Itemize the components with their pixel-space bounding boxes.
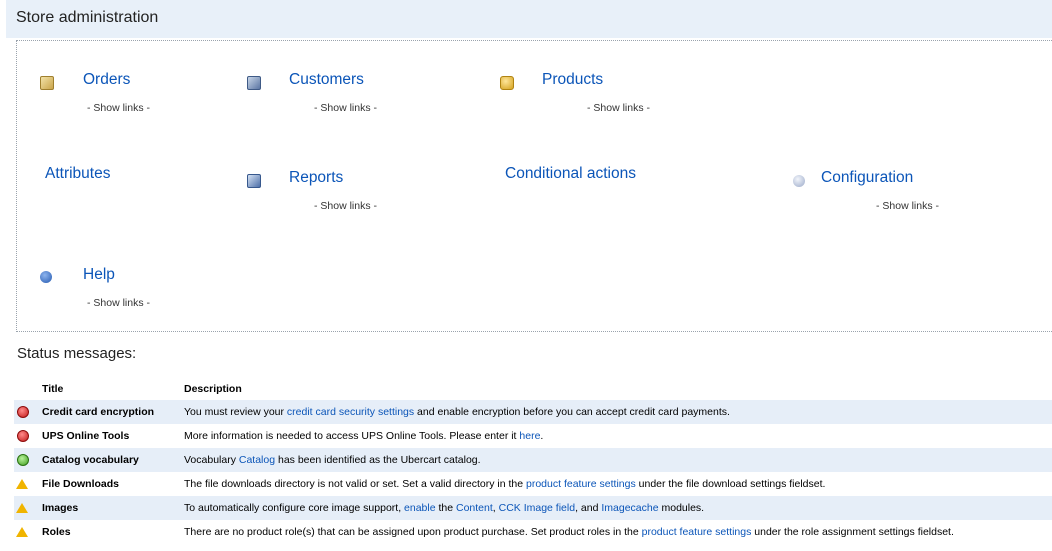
conditional-actions-link[interactable]: Conditional actions xyxy=(505,165,636,183)
error-icon xyxy=(17,406,29,419)
block-configuration: Configuration - Show links - xyxy=(793,168,983,218)
catalog-vocabulary-link[interactable]: Catalog xyxy=(239,454,275,466)
description-column-header: Description xyxy=(184,383,242,395)
orders-icon xyxy=(40,76,54,90)
status-description: The file downloads directory is not vali… xyxy=(184,478,826,490)
attributes-link[interactable]: Attributes xyxy=(45,165,110,183)
table-header-row: Title Description xyxy=(14,378,1052,400)
products-show-links[interactable]: - Show links - xyxy=(587,102,650,114)
content-module-link[interactable]: Content xyxy=(456,502,493,514)
block-customers: Customers - Show links - xyxy=(247,70,417,120)
status-title: Credit card encryption xyxy=(42,406,155,418)
table-row: Catalog vocabulary Vocabulary Catalog ha… xyxy=(14,448,1052,472)
credit-card-security-settings-link[interactable]: credit card security settings xyxy=(287,406,414,418)
status-messages-heading: Status messages: xyxy=(17,345,137,362)
block-products: Products - Show links - xyxy=(500,70,670,120)
status-description: To automatically configure core image su… xyxy=(184,502,705,514)
status-title: Roles xyxy=(42,526,71,538)
table-row: Images To automatically configure core i… xyxy=(14,496,1052,520)
status-title: UPS Online Tools xyxy=(42,430,130,442)
enable-link[interactable]: enable xyxy=(404,502,436,514)
table-row: Roles There are no product role(s) that … xyxy=(14,520,1052,544)
orders-link[interactable]: Orders xyxy=(83,71,130,89)
icon-column-header xyxy=(14,378,42,400)
cck-image-field-link[interactable]: CCK Image field xyxy=(499,502,575,514)
reports-link[interactable]: Reports xyxy=(289,169,343,187)
table-row: File Downloads The file downloads direct… xyxy=(14,472,1052,496)
help-icon xyxy=(40,271,52,283)
configuration-link[interactable]: Configuration xyxy=(821,169,913,187)
block-help: Help - Show links - xyxy=(40,265,190,315)
status-description: You must review your credit card securit… xyxy=(184,406,730,418)
page-title: Store administration xyxy=(16,9,159,26)
customers-icon xyxy=(247,76,261,90)
block-orders: Orders - Show links - xyxy=(40,70,190,120)
configuration-show-links[interactable]: - Show links - xyxy=(876,200,939,212)
status-description: More information is needed to access UPS… xyxy=(184,430,544,442)
status-title: Images xyxy=(42,502,79,514)
block-conditional-actions: Conditional actions xyxy=(505,163,705,193)
reports-icon xyxy=(247,174,261,188)
product-feature-settings-link[interactable]: product feature settings xyxy=(642,526,752,538)
title-column-header: Title xyxy=(42,383,64,395)
imagecache-link[interactable]: Imagecache xyxy=(601,502,658,514)
help-link[interactable]: Help xyxy=(83,266,115,284)
table-row: Credit card encryption You must review y… xyxy=(14,400,1052,424)
reports-show-links[interactable]: - Show links - xyxy=(314,200,377,212)
block-attributes: Attributes xyxy=(45,163,195,193)
block-reports: Reports - Show links - xyxy=(247,168,417,218)
orders-show-links[interactable]: - Show links - xyxy=(87,102,150,114)
products-icon xyxy=(500,76,514,90)
page-header: Store administration xyxy=(6,0,1052,38)
status-title: Catalog vocabulary xyxy=(42,454,139,466)
warning-icon xyxy=(16,503,28,514)
status-description: There are no product role(s) that can be… xyxy=(184,526,954,538)
help-show-links[interactable]: - Show links - xyxy=(87,297,150,309)
ok-icon xyxy=(17,454,29,467)
products-link[interactable]: Products xyxy=(542,71,603,89)
status-description: Vocabulary Catalog has been identified a… xyxy=(184,454,481,466)
customers-show-links[interactable]: - Show links - xyxy=(314,102,377,114)
warning-icon xyxy=(16,479,28,490)
status-title: File Downloads xyxy=(42,478,120,490)
customers-link[interactable]: Customers xyxy=(289,71,364,89)
ups-here-link[interactable]: here xyxy=(519,430,540,442)
error-icon xyxy=(17,430,29,443)
table-row: UPS Online Tools More information is nee… xyxy=(14,424,1052,448)
configuration-icon xyxy=(793,175,805,187)
warning-icon xyxy=(16,527,28,538)
status-messages-table: Title Description Credit card encryption… xyxy=(14,378,1052,544)
product-feature-settings-link[interactable]: product feature settings xyxy=(526,478,636,490)
